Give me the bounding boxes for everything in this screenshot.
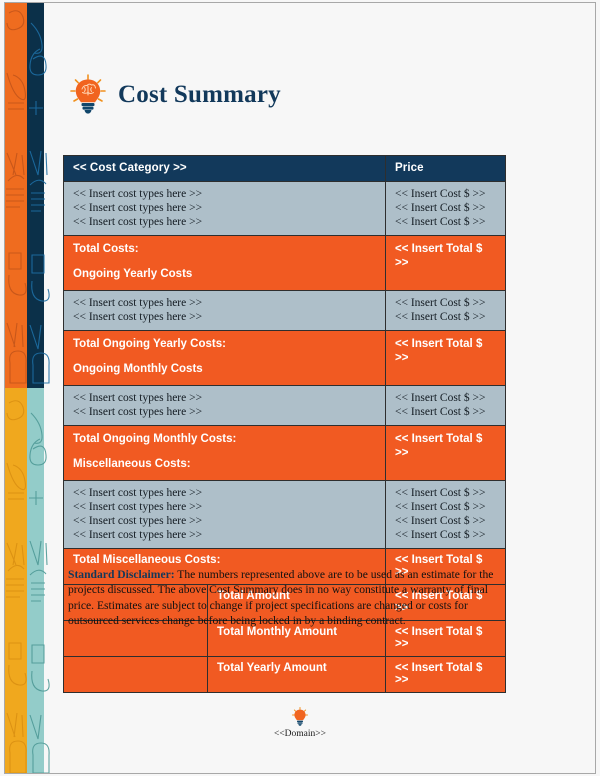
section-total-cell: Total Ongoing Yearly Costs: Ongoing Mont… <box>63 330 386 386</box>
table-row: << Insert cost types here >> << Insert c… <box>63 479 506 550</box>
cost-price-cell: << Insert Cost $ >> << Insert Cost $ >> <box>385 290 506 332</box>
cost-price-line[interactable]: << Insert Cost $ >> <box>395 514 496 528</box>
total-label: Total Ongoing Yearly Costs: <box>73 338 226 351</box>
header-cost-category: << Cost Category >> <box>63 155 386 182</box>
cost-price-cell: << Insert Cost $ >> << Insert Cost $ >> <box>385 384 506 427</box>
cost-price-line[interactable]: << Insert Cost $ >> <box>395 187 496 201</box>
cost-price-cell: << Insert Cost $ >> << Insert Cost $ >> … <box>385 180 506 237</box>
cost-price-line[interactable]: << Insert Cost $ >> <box>395 201 496 215</box>
cost-price-line[interactable]: << Insert Cost $ >> <box>395 215 496 229</box>
total-price-cell[interactable]: << Insert Total $ >> <box>385 235 506 292</box>
section-total-cell: Total Ongoing Monthly Costs: Miscellaneo… <box>63 425 386 481</box>
table-row: Total Ongoing Monthly Costs: Miscellaneo… <box>63 425 506 481</box>
table-row: << Insert cost types here >> << Insert c… <box>63 384 506 427</box>
grand-total-price[interactable]: << Insert Total $ >> <box>385 656 506 694</box>
total-price-cell[interactable]: << Insert Total $ >> <box>385 330 506 386</box>
cost-price-line[interactable]: << Insert Cost $ >> <box>395 500 496 514</box>
cost-price-line[interactable]: << Insert Cost $ >> <box>395 405 496 419</box>
cost-type-line[interactable]: << Insert cost types here >> <box>73 201 376 215</box>
table-header-row: << Cost Category >> Price <box>63 155 506 182</box>
cost-price-cell: << Insert Cost $ >> << Insert Cost $ >> … <box>385 479 506 550</box>
cost-type-line[interactable]: << Insert cost types here >> <box>73 215 376 229</box>
cost-types-cell: << Insert cost types here >> << Insert c… <box>63 290 386 332</box>
page-title: Cost Summary <box>118 81 281 108</box>
cost-type-line[interactable]: << Insert cost types here >> <box>73 187 376 201</box>
cost-type-line[interactable]: << Insert cost types here >> <box>73 514 376 528</box>
cost-price-line[interactable]: << Insert Cost $ >> <box>395 528 496 542</box>
table-row: Total Yearly Amount << Insert Total $ >> <box>63 656 506 694</box>
disclaimer-heading: Standard Disclaimer: <box>68 568 175 581</box>
section-label: Ongoing Monthly Costs <box>73 363 203 376</box>
spacer-cell <box>63 656 208 694</box>
cost-price-line[interactable]: << Insert Cost $ >> <box>395 486 496 500</box>
footer-domain-text: <<Domain>> <box>273 729 327 739</box>
lightbulb-brain-icon <box>70 74 106 114</box>
grand-total-label: Total Yearly Amount <box>207 656 386 694</box>
table-row: << Insert cost types here >> << Insert c… <box>63 290 506 332</box>
decorative-side-stripes <box>5 3 59 773</box>
cost-price-line[interactable]: << Insert Cost $ >> <box>395 391 496 405</box>
table-row: << Insert cost types here >> << Insert c… <box>63 180 506 237</box>
cost-type-line[interactable]: << Insert cost types here >> <box>73 310 376 324</box>
doodle-line-art <box>6 10 50 773</box>
section-total-cell: Total Costs: Ongoing Yearly Costs <box>63 235 386 292</box>
standard-disclaimer: Standard Disclaimer: The numbers represe… <box>68 567 515 629</box>
section-label: Miscellaneous Costs: <box>73 457 191 470</box>
table-row: Total Costs: Ongoing Yearly Costs << Ins… <box>63 235 506 292</box>
cost-type-line[interactable]: << Insert cost types here >> <box>73 528 376 542</box>
cost-type-line[interactable]: << Insert cost types here >> <box>73 391 376 405</box>
document-page: Cost Summary << Cost Category >> Price <… <box>0 0 600 776</box>
document-header: Cost Summary <box>70 74 281 116</box>
page-footer: <<Domain>> <box>0 707 600 739</box>
total-label: Total Ongoing Monthly Costs: <box>73 433 237 446</box>
cost-types-cell: << Insert cost types here >> << Insert c… <box>63 384 386 427</box>
cost-type-line[interactable]: << Insert cost types here >> <box>73 296 376 310</box>
section-label: Ongoing Yearly Costs <box>73 268 193 281</box>
table-row: Total Ongoing Yearly Costs: Ongoing Mont… <box>63 330 506 386</box>
cost-types-cell: << Insert cost types here >> << Insert c… <box>63 180 386 237</box>
total-price-cell[interactable]: << Insert Total $ >> <box>385 425 506 481</box>
cost-type-line[interactable]: << Insert cost types here >> <box>73 486 376 500</box>
cost-price-line[interactable]: << Insert Cost $ >> <box>395 296 496 310</box>
cost-types-cell: << Insert cost types here >> << Insert c… <box>63 479 386 550</box>
cost-price-line[interactable]: << Insert Cost $ >> <box>395 310 496 324</box>
cost-type-line[interactable]: << Insert cost types here >> <box>73 405 376 419</box>
cost-type-line[interactable]: << Insert cost types here >> <box>73 500 376 514</box>
header-price: Price <box>385 155 506 182</box>
lightbulb-icon <box>292 707 308 726</box>
total-label: Total Costs: <box>73 243 139 256</box>
